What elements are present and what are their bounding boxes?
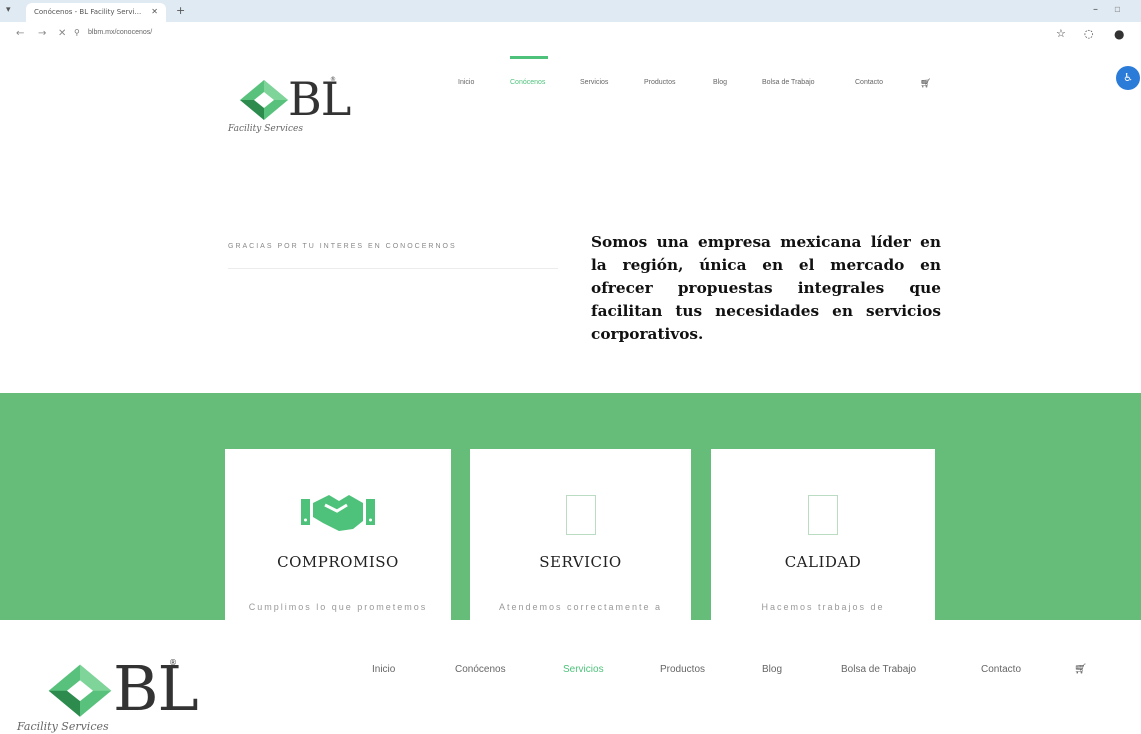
- value-card-calidad: CALIDAD Hacemos trabajos de: [711, 449, 935, 620]
- site-info-icon[interactable]: ⚲: [74, 28, 80, 37]
- intro-eyebrow: GRACIAS POR TU INTERES EN CONOCERNOS: [228, 243, 457, 250]
- minimize-icon[interactable]: –: [1093, 4, 1098, 15]
- nav-blog[interactable]: Blog: [762, 664, 782, 675]
- nav-bolsa-de-trabajo[interactable]: Bolsa de Trabajo: [762, 79, 815, 86]
- tab-search-icon[interactable]: ▾: [6, 5, 11, 15]
- accessibility-icon[interactable]: ♿: [1116, 66, 1140, 90]
- value-title: COMPROMISO: [277, 553, 399, 571]
- nav-blog[interactable]: Blog: [713, 79, 727, 86]
- value-desc: Hacemos trabajos de: [761, 602, 885, 612]
- logo-text: BL: [288, 72, 351, 126]
- sticky-header: BL ® Facility Services Inicio Conócenos …: [0, 620, 1141, 734]
- reload-icon[interactable]: ✕: [58, 28, 66, 39]
- browser-tab[interactable]: Conócenos - BL Facility Servi... ✕: [26, 3, 166, 22]
- back-icon[interactable]: ←: [16, 28, 24, 39]
- logo[interactable]: BL ® Facility Services: [228, 72, 351, 134]
- url-field[interactable]: blbm.mx/conocenos/: [88, 29, 152, 36]
- nav-conocenos[interactable]: Conócenos: [455, 664, 506, 675]
- value-title: SERVICIO: [539, 553, 622, 571]
- profile-icon[interactable]: ●: [1114, 27, 1124, 41]
- intro-statement: Somos una empresa mexicana líder en la r…: [591, 233, 941, 343]
- active-nav-indicator: [510, 56, 548, 59]
- placeholder-icon: [808, 495, 838, 535]
- logo-registered: ®: [169, 658, 177, 667]
- extensions-icon[interactable]: ◌: [1084, 27, 1094, 40]
- logo-diamond-icon: [240, 80, 288, 120]
- value-title: CALIDAD: [784, 553, 862, 571]
- logo-tagline: Facility Services: [17, 720, 109, 733]
- nav-contacto[interactable]: Contacto: [981, 664, 1021, 675]
- nav-contacto[interactable]: Contacto: [855, 79, 883, 86]
- logo-tagline: Facility Services: [228, 124, 303, 134]
- new-tab-icon[interactable]: +: [176, 4, 185, 17]
- logo-text: BL: [113, 652, 199, 725]
- nav-conocenos[interactable]: Conócenos: [510, 79, 545, 86]
- logo-diamond-icon: [48, 664, 112, 717]
- nav-productos[interactable]: Productos: [660, 664, 705, 675]
- value-card-compromiso: COMPROMISO Cumplimos lo que prometemos: [225, 449, 451, 620]
- close-tab-icon[interactable]: ✕: [151, 7, 158, 16]
- forward-icon[interactable]: →: [38, 28, 46, 39]
- nav-servicios[interactable]: Servicios: [580, 79, 608, 86]
- nav-inicio[interactable]: Inicio: [458, 79, 474, 86]
- cart-icon[interactable]: 🛒︎: [1074, 664, 1087, 675]
- value-card-servicio: SERVICIO Atendemos correctamente a: [470, 449, 691, 620]
- nav-productos[interactable]: Productos: [644, 79, 676, 86]
- tab-title: Conócenos - BL Facility Servi...: [34, 8, 142, 16]
- browser-tab-bar: ▾ Conócenos - BL Facility Servi... ✕ + –…: [0, 0, 1141, 22]
- maximize-icon[interactable]: ▫: [1114, 4, 1121, 15]
- intro-divider: [228, 268, 558, 269]
- nav-inicio[interactable]: Inicio: [372, 664, 395, 675]
- placeholder-icon: [565, 495, 596, 535]
- address-bar: ← → ✕ ⚲ blbm.mx/conocenos/ ☆ ◌ ●: [0, 22, 1141, 46]
- handshake-icon: [301, 495, 375, 531]
- logo-registered: ®: [330, 76, 336, 83]
- logo[interactable]: BL ® Facility Services: [17, 652, 199, 733]
- star-icon[interactable]: ☆: [1056, 27, 1066, 40]
- nav-bolsa-de-trabajo[interactable]: Bolsa de Trabajo: [841, 664, 916, 675]
- nav-servicios[interactable]: Servicios: [563, 664, 604, 675]
- cart-icon[interactable]: 🛒︎: [920, 78, 931, 89]
- value-desc: Cumplimos lo que prometemos: [248, 602, 428, 612]
- value-desc: Atendemos correctamente a: [498, 602, 663, 612]
